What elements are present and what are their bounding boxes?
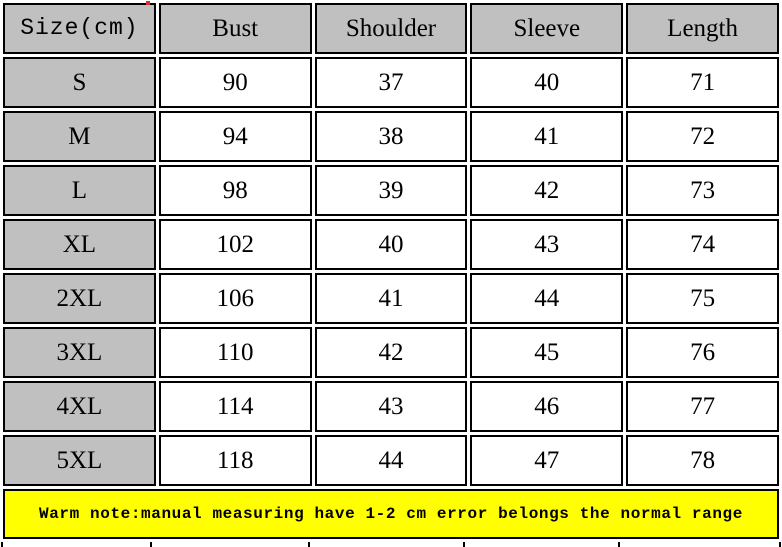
table-row: XL 102 40 43 74 [3,219,779,270]
header-length: Length [626,3,779,54]
cell-sleeve: 44 [470,273,624,324]
cell-sleeve: 42 [470,165,624,216]
cell-sleeve: 43 [470,219,624,270]
cell-size: 5XL [3,435,156,486]
warm-note-text: Warm note:manual measuring have 1-2 cm e… [39,505,743,523]
cell-size: 2XL [3,273,156,324]
cell-shoulder: 44 [314,435,468,486]
cell-bust: 102 [158,219,312,270]
cell-size: M [3,111,156,162]
grid-tick [618,542,620,547]
cell-bust: 114 [158,381,312,432]
cell-shoulder: 37 [314,57,468,108]
cell-sleeve: 40 [470,57,624,108]
cell-size: 3XL [3,327,156,378]
table-header: Size(cm) Bust Shoulder Sleeve Length [3,3,779,54]
table-row: L 98 39 42 73 [3,165,779,216]
table-row: 2XL 106 41 44 75 [3,273,779,324]
cell-shoulder: 42 [314,327,468,378]
table-row: S 90 37 40 71 [3,57,779,108]
cell-size: XL [3,219,156,270]
cell-sleeve: 47 [470,435,624,486]
size-chart-table: Size(cm) Bust Shoulder Sleeve Length S 9… [0,0,782,489]
cell-bust: 94 [158,111,312,162]
table-row: M 94 38 41 72 [3,111,779,162]
cell-length: 78 [626,435,779,486]
cell-size: 4XL [3,381,156,432]
cell-bust: 118 [158,435,312,486]
cell-sleeve: 45 [470,327,624,378]
cell-shoulder: 38 [314,111,468,162]
cell-bust: 110 [158,327,312,378]
table-body: S 90 37 40 71 M 94 38 41 72 L 98 39 42 7… [3,57,779,486]
cell-length: 73 [626,165,779,216]
grid-tick [463,542,465,547]
cell-shoulder: 40 [314,219,468,270]
cell-sleeve: 46 [470,381,624,432]
cell-length: 76 [626,327,779,378]
cell-size: L [3,165,156,216]
cell-shoulder: 39 [314,165,468,216]
cell-length: 77 [626,381,779,432]
cell-bust: 98 [158,165,312,216]
header-bust: Bust [158,3,312,54]
header-sleeve: Sleeve [470,3,624,54]
grid-tick [150,542,152,547]
cell-shoulder: 43 [314,381,468,432]
compression-artifact [146,1,150,5]
table-row: 5XL 118 44 47 78 [3,435,779,486]
cell-length: 72 [626,111,779,162]
next-row-sliver [0,542,782,547]
cell-length: 75 [626,273,779,324]
grid-tick [1,542,3,547]
grid-tick [779,542,781,547]
table-row: 3XL 110 42 45 76 [3,327,779,378]
warm-note-banner: Warm note:manual measuring have 1-2 cm e… [3,489,779,539]
header-size: Size(cm) [3,3,156,54]
table-header-row: Size(cm) Bust Shoulder Sleeve Length [3,3,779,54]
cell-shoulder: 41 [314,273,468,324]
size-chart: Size(cm) Bust Shoulder Sleeve Length S 9… [0,0,782,547]
cell-length: 71 [626,57,779,108]
header-shoulder: Shoulder [314,3,468,54]
cell-bust: 106 [158,273,312,324]
cell-size: S [3,57,156,108]
cell-length: 74 [626,219,779,270]
grid-tick [308,542,310,547]
table-row: 4XL 114 43 46 77 [3,381,779,432]
cell-bust: 90 [158,57,312,108]
cell-sleeve: 41 [470,111,624,162]
